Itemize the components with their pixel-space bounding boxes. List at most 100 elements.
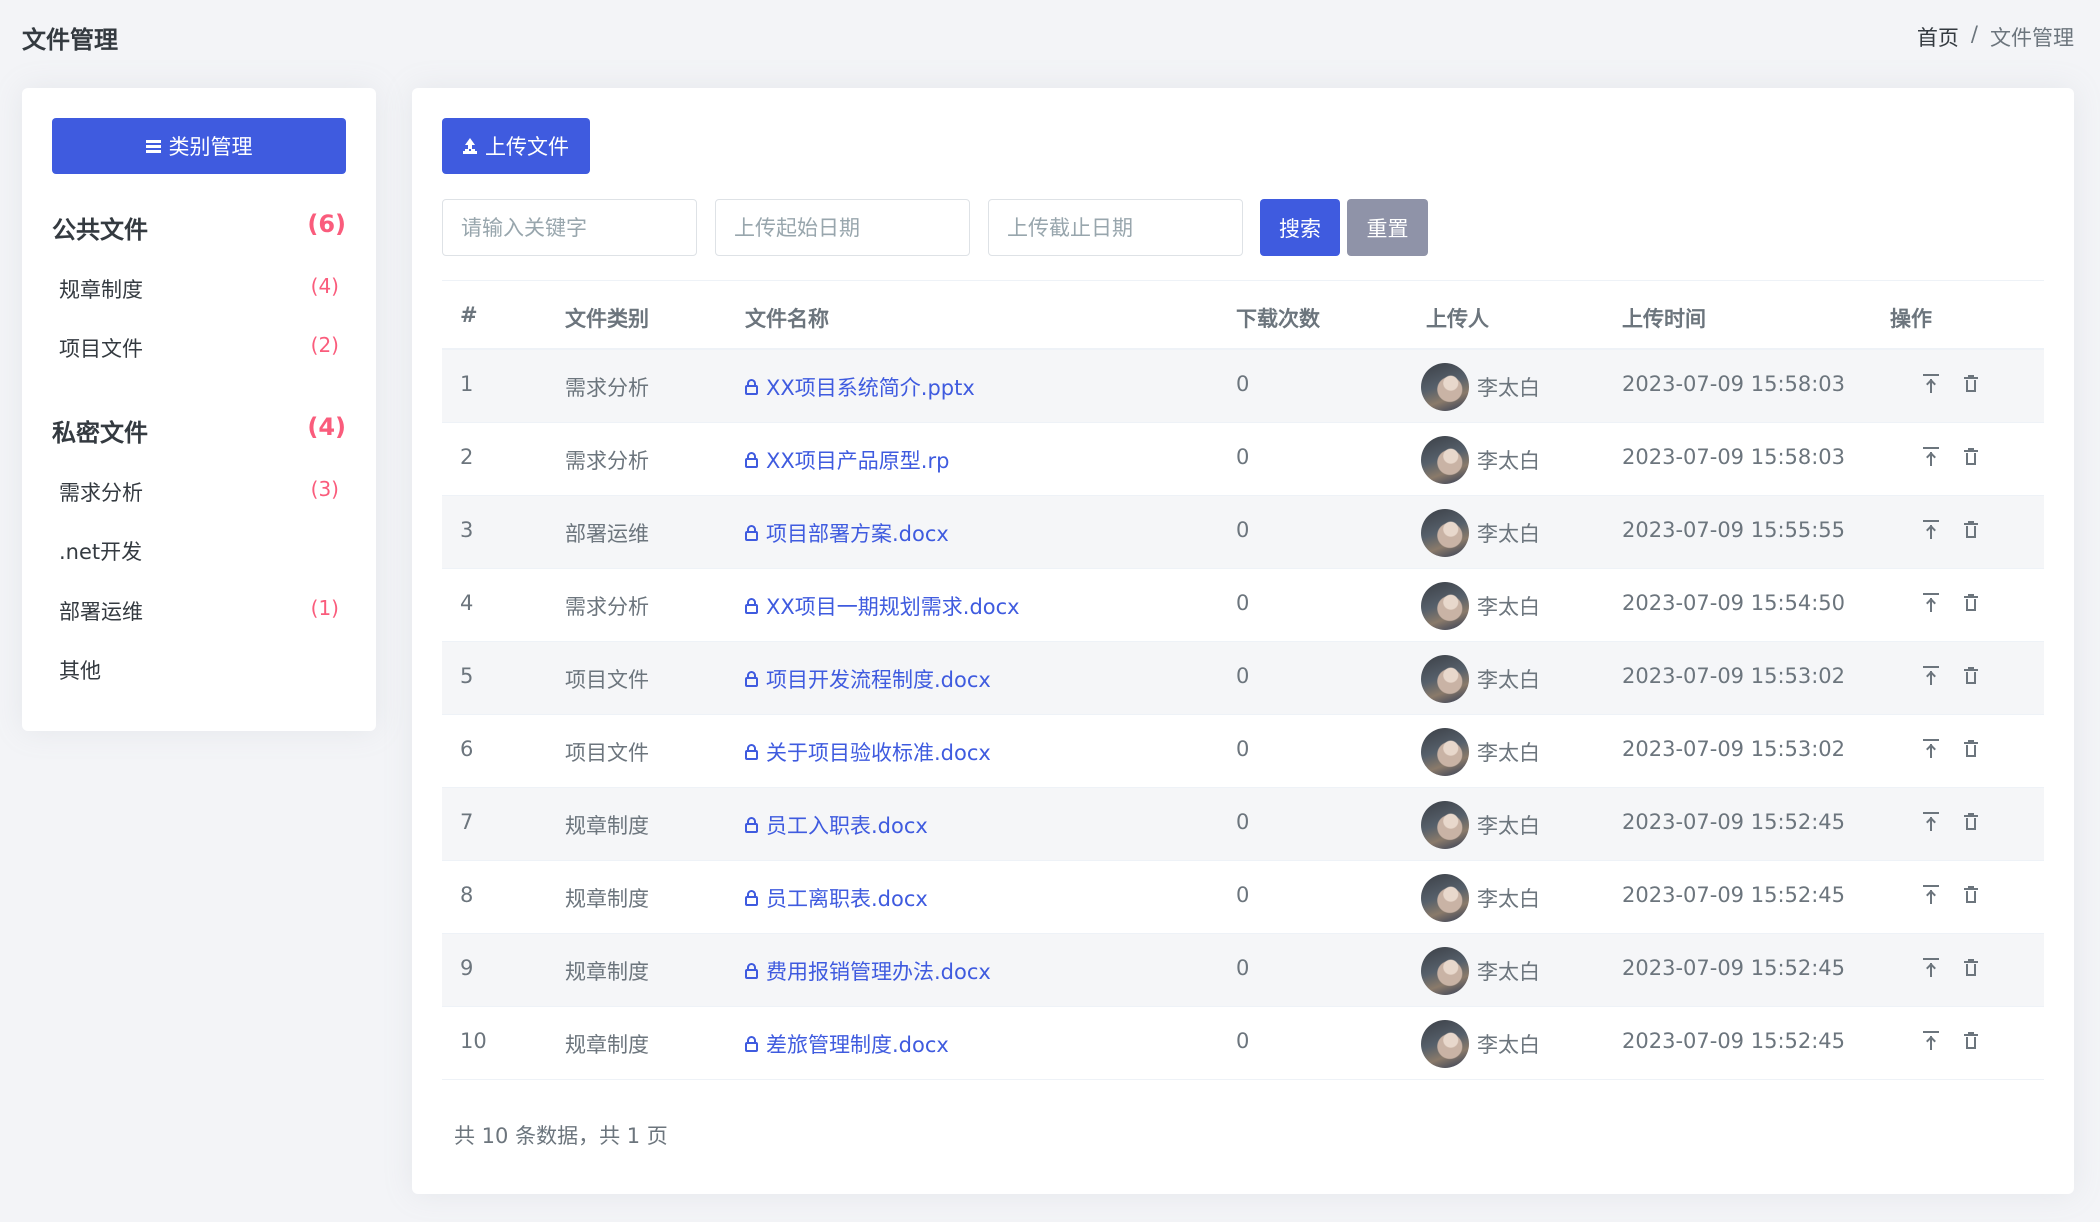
sidebar-item-deployment[interactable]: 部署运维 (1) [59, 596, 339, 626]
upload-file-label: 上传文件 [485, 135, 569, 159]
breadcrumb-separator: / [1970, 22, 1978, 46]
row-upload-time: 2023-07-09 15:52:45 [1622, 810, 1846, 834]
row-filename-link[interactable]: XX项目一期规划需求.docx [745, 591, 1020, 621]
upload-file-button[interactable]: 上传文件 [442, 118, 590, 174]
category-management-button[interactable]: 类别管理 [52, 118, 346, 174]
column-header-downloads: 下载次数 [1236, 307, 1320, 331]
row-category: 项目文件 [565, 741, 649, 765]
group-label: 公共文件 [52, 216, 148, 244]
sidebar-item-requirements[interactable]: 需求分析 (3) [59, 477, 339, 507]
avatar [1421, 801, 1469, 849]
category-sidebar: 类别管理 公共文件 (6) 规章制度 (4) 项目文件 (2) 私密文件 (4)… [22, 88, 376, 731]
row-filename-link[interactable]: 项目开发流程制度.docx [745, 664, 991, 694]
trash-icon[interactable] [1964, 448, 1978, 466]
table-header: # 文件类别 文件名称 下载次数 上传人 上传时间 操作 [442, 280, 2044, 350]
row-uploader: 李太白 [1477, 1033, 1540, 1057]
row-uploader: 李太白 [1477, 449, 1540, 473]
row-filename: 项目开发流程制度.docx [766, 668, 991, 692]
file-list-panel: 上传文件 搜索 重置 # 文件类别 文件名称 下载次数 上传人 上传时间 操作 … [412, 88, 2074, 1194]
pin-top-icon[interactable] [1923, 593, 1939, 613]
pin-top-icon[interactable] [1923, 520, 1939, 540]
group-public-files[interactable]: 公共文件 (6) [52, 210, 346, 245]
top-bar: 文件管理 首页 / 文件管理 [0, 0, 2100, 76]
pin-top-icon[interactable] [1923, 1031, 1939, 1051]
trash-icon[interactable] [1964, 521, 1978, 539]
pin-top-icon[interactable] [1923, 885, 1939, 905]
row-filename: 关于项目验收标准.docx [766, 741, 991, 765]
sidebar-item-rules[interactable]: 规章制度 (4) [59, 274, 339, 304]
row-filename: 员工入职表.docx [766, 814, 928, 838]
lock-icon [745, 671, 758, 687]
row-downloads: 0 [1236, 810, 1250, 834]
reset-button[interactable]: 重置 [1347, 199, 1428, 256]
row-category: 规章制度 [565, 960, 649, 984]
pin-top-icon[interactable] [1923, 374, 1939, 394]
row-filename-link[interactable]: 员工入职表.docx [745, 810, 928, 840]
pagination-summary: 共 10 条数据，共 1 页 [454, 1124, 668, 1148]
row-upload-time: 2023-07-09 15:53:02 [1622, 664, 1846, 688]
row-upload-time: 2023-07-09 15:58:03 [1622, 445, 1846, 469]
lock-icon [745, 963, 758, 979]
table-row: 5 项目文件 项目开发流程制度.docx 0 李太白 2023-07-09 15:53:0… [442, 642, 2044, 715]
lock-icon [745, 1036, 758, 1052]
row-filename: 费用报销管理办法.docx [766, 960, 991, 984]
row-filename-link[interactable]: 费用报销管理办法.docx [745, 956, 991, 986]
row-filename-link[interactable]: XX项目系统简介.pptx [745, 372, 975, 402]
row-downloads: 0 [1236, 883, 1250, 907]
sidebar-item-project-files[interactable]: 项目文件 (2) [59, 333, 339, 363]
trash-icon[interactable] [1964, 886, 1978, 904]
row-filename: XX项目产品原型.rp [766, 449, 950, 473]
trash-icon[interactable] [1964, 740, 1978, 758]
column-header-actions: 操作 [1890, 307, 1932, 331]
column-header-upload-time: 上传时间 [1622, 307, 1706, 331]
row-upload-time: 2023-07-09 15:55:55 [1622, 518, 1846, 542]
pin-top-icon[interactable] [1923, 447, 1939, 467]
table-row: 7 规章制度 员工入职表.docx 0 李太白 2023-07-09 15:52:45 [442, 788, 2044, 861]
row-filename-link[interactable]: 关于项目验收标准.docx [745, 737, 991, 767]
pin-top-icon[interactable] [1923, 666, 1939, 686]
table-row: 8 规章制度 员工离职表.docx 0 李太白 2023-07-09 15:52:45 [442, 861, 2044, 934]
row-upload-time: 2023-07-09 15:52:45 [1622, 883, 1846, 907]
trash-icon[interactable] [1964, 1032, 1978, 1050]
row-uploader: 李太白 [1477, 814, 1540, 838]
row-upload-time: 2023-07-09 15:52:45 [1622, 956, 1846, 980]
trash-icon[interactable] [1964, 959, 1978, 977]
trash-icon[interactable] [1964, 594, 1978, 612]
lock-icon [745, 452, 758, 468]
row-category: 规章制度 [565, 814, 649, 838]
row-filename-link[interactable]: 员工离职表.docx [745, 883, 928, 913]
keyword-search-input[interactable] [442, 199, 697, 256]
pin-top-icon[interactable] [1923, 958, 1939, 978]
table-row: 4 需求分析 XX项目一期规划需求.docx 0 李太白 2023-07-09 15:54… [442, 569, 2044, 642]
upload-end-date-input[interactable] [988, 199, 1243, 256]
avatar [1421, 582, 1469, 630]
avatar [1421, 947, 1469, 995]
lock-icon [745, 817, 758, 833]
group-private-files[interactable]: 私密文件 (4) [52, 413, 346, 448]
sidebar-item-count: (1) [310, 596, 339, 620]
row-uploader: 李太白 [1477, 595, 1540, 619]
row-filename-link[interactable]: XX项目产品原型.rp [745, 445, 949, 475]
sidebar-item-other[interactable]: 其他 [59, 655, 339, 685]
trash-icon[interactable] [1964, 375, 1978, 393]
row-filename-link[interactable]: 项目部署方案.docx [745, 518, 949, 548]
search-button[interactable]: 搜索 [1260, 199, 1340, 256]
trash-icon[interactable] [1964, 813, 1978, 831]
trash-icon[interactable] [1964, 667, 1978, 685]
row-index: 5 [460, 664, 474, 688]
row-index: 2 [460, 445, 474, 469]
pin-top-icon[interactable] [1923, 739, 1939, 759]
table-row: 1 需求分析 XX项目系统简介.pptx 0 李太白 2023-07-09 15:58:0… [442, 350, 2044, 423]
upload-start-date-input[interactable] [715, 199, 970, 256]
sidebar-item-net-dev[interactable]: .net开发 [59, 536, 339, 566]
group-label: 私密文件 [52, 419, 148, 447]
row-filename-link[interactable]: 差旅管理制度.docx [745, 1029, 949, 1059]
row-category: 需求分析 [565, 449, 649, 473]
pin-top-icon[interactable] [1923, 812, 1939, 832]
row-category: 部署运维 [565, 522, 649, 546]
breadcrumb-home-link[interactable]: 首页 [1917, 22, 1959, 52]
row-category: 项目文件 [565, 668, 649, 692]
menu-icon [145, 139, 161, 153]
table-row: 6 项目文件 关于项目验收标准.docx 0 李太白 2023-07-09 15:53:0… [442, 715, 2044, 788]
column-header-filename: 文件名称 [745, 307, 829, 331]
